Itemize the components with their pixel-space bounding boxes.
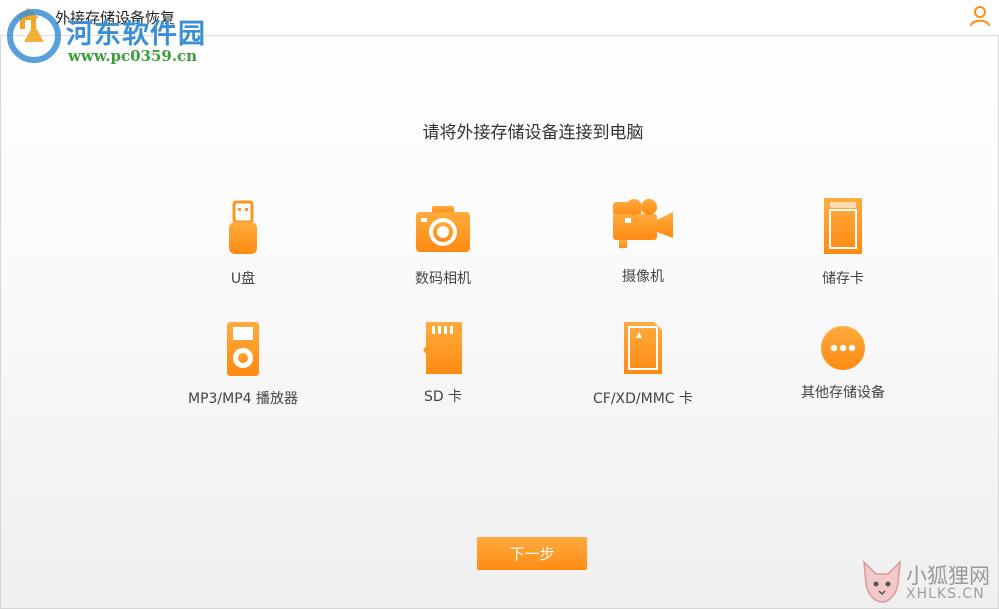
device-label: 其他存储设备 bbox=[801, 385, 885, 401]
cf-card-icon bbox=[624, 322, 662, 374]
device-label: U盘 bbox=[230, 271, 256, 287]
device-cf-card[interactable]: CF/XD/MMC 卡 bbox=[573, 318, 713, 408]
window-frame bbox=[0, 0, 999, 609]
device-usb[interactable]: U盘 bbox=[173, 196, 313, 288]
usb-drive-icon bbox=[229, 200, 257, 254]
device-label: 数码相机 bbox=[415, 271, 471, 287]
sd-card-icon bbox=[423, 322, 462, 374]
watermark-logo bbox=[7, 9, 61, 63]
camera-icon bbox=[416, 206, 470, 252]
connect-prompt: 请将外接存储设备连接到电脑 bbox=[422, 123, 644, 143]
device-label: SD 卡 bbox=[423, 389, 463, 405]
video-camera-icon bbox=[613, 199, 673, 248]
device-video-camera[interactable]: 摄像机 bbox=[573, 196, 713, 286]
fox-logo-icon bbox=[863, 560, 901, 603]
device-label: 储存卡 bbox=[822, 271, 864, 287]
memory-card-icon bbox=[824, 198, 862, 254]
corner-watermark: 小狐狸网 XHLKS.CN bbox=[858, 556, 999, 609]
more-icon bbox=[821, 326, 865, 370]
watermark-site-url: www.pc0359.cn bbox=[68, 47, 198, 65]
next-button[interactable]: 下一步 bbox=[477, 537, 587, 570]
mp3-player-icon bbox=[227, 322, 259, 376]
user-icon[interactable] bbox=[969, 5, 991, 27]
corner-watermark-url: XHLKS.CN bbox=[906, 586, 985, 602]
device-camera[interactable]: 数码相机 bbox=[373, 198, 513, 288]
device-sd-card[interactable]: SD 卡 bbox=[373, 318, 513, 406]
device-other[interactable]: 其他存储设备 bbox=[773, 324, 913, 402]
device-label: 摄像机 bbox=[622, 269, 664, 285]
device-memory-card[interactable]: 储存卡 bbox=[773, 196, 913, 288]
device-mp3-player[interactable]: MP3/MP4 播放器 bbox=[173, 318, 313, 408]
device-label: CF/XD/MMC 卡 bbox=[592, 391, 694, 407]
device-label: MP3/MP4 播放器 bbox=[187, 391, 299, 407]
watermark-site-name: 河东软件园 bbox=[66, 19, 206, 50]
